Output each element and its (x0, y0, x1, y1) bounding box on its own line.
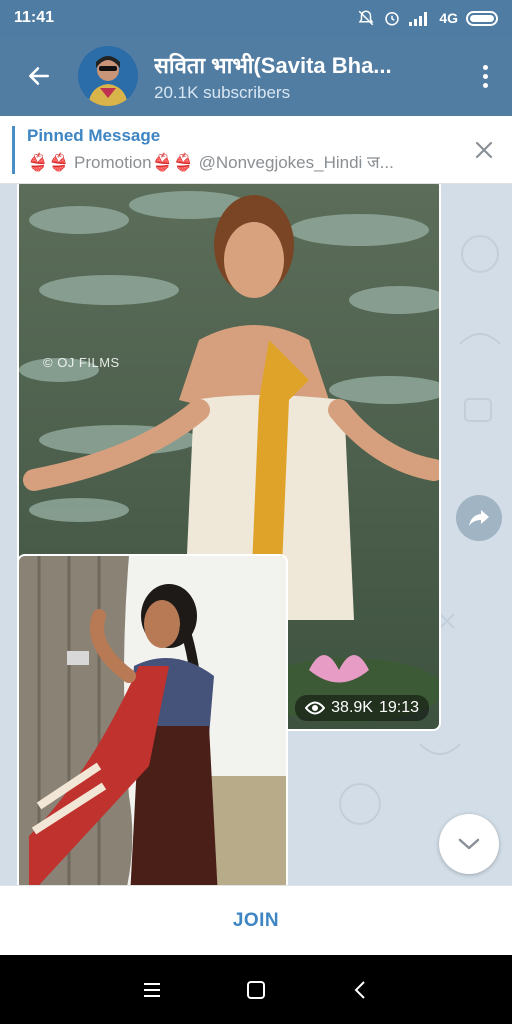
pinned-content: Pinned Message 👙👙 Promotion👙👙 @Nonvegjok… (27, 126, 456, 173)
chat-area[interactable]: © OJ FILMS 38.9K 19:13 (0, 184, 512, 885)
nav-menu-button[interactable] (127, 965, 177, 1015)
pinned-body: 👙👙 Promotion👙👙 @Nonvegjokes_Hindi ज... (27, 153, 394, 172)
more-vertical-icon (482, 64, 488, 70)
channel-avatar[interactable] (78, 46, 138, 106)
message-photo[interactable] (17, 554, 288, 885)
share-icon (469, 510, 489, 526)
pinned-title: Pinned Message (27, 126, 161, 145)
mute-bell-icon (358, 10, 374, 26)
share-button[interactable] (456, 495, 502, 541)
network-type: 4G (439, 10, 458, 26)
channel-header: सविता भाभी(Savita Bha... 20.1K subscribe… (0, 36, 512, 116)
close-icon (475, 141, 493, 158)
chevron-down-icon (458, 838, 480, 850)
join-button[interactable]: JOIN (0, 885, 512, 955)
view-count: 38.9K (331, 699, 373, 716)
pinned-message[interactable]: Pinned Message 👙👙 Promotion👙👙 @Nonvegjok… (0, 116, 512, 184)
photo-watermark: © OJ FILMS (43, 355, 120, 370)
channel-title: सविता भाभी(Savita Bha... (154, 52, 392, 78)
back-chevron-icon (354, 980, 365, 999)
message-time: 19:13 (378, 699, 419, 716)
alarm-icon (385, 12, 400, 26)
photo-woman-by-tree (19, 556, 286, 885)
system-nav-bar (0, 955, 512, 1024)
eye-icon (305, 701, 326, 715)
nav-home-button[interactable] (231, 965, 281, 1015)
subscriber-count: 20.1K subscribers (154, 82, 291, 102)
status-icons: 4G (357, 9, 498, 27)
join-label: JOIN (232, 909, 280, 931)
nav-back-button[interactable] (335, 965, 385, 1015)
back-button[interactable] (0, 36, 78, 116)
home-square-icon (247, 980, 265, 999)
signal-icon (409, 12, 428, 26)
battery-icon (466, 10, 498, 26)
status-bar: 11:41 4G (0, 0, 512, 36)
status-time: 11:41 (14, 9, 55, 26)
scroll-down-button[interactable] (439, 814, 499, 874)
more-menu-button[interactable] (458, 36, 512, 116)
menu-icon (144, 982, 160, 997)
views-badge: 38.9K 19:13 (295, 695, 429, 721)
arrow-left-icon (29, 67, 49, 85)
channel-info[interactable]: सविता भाभी(Savita Bha... 20.1K subscribe… (154, 50, 458, 103)
pinned-accent-bar (12, 125, 15, 174)
pinned-close-button[interactable] (456, 116, 512, 184)
